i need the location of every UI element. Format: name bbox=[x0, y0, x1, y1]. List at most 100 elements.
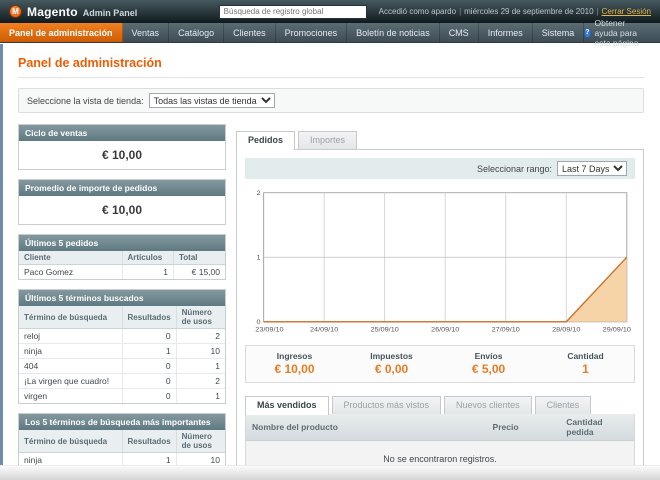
page-title: Panel de administración bbox=[18, 56, 162, 70]
stat-envios: Envíos € 5,00 bbox=[440, 351, 537, 376]
top-search-terms-box: Los 5 términos de búsqueda más important… bbox=[18, 413, 226, 465]
table-row: virgen 0 1 bbox=[19, 388, 225, 403]
column-header: Número de usos bbox=[176, 430, 225, 453]
help-icon: ? bbox=[584, 27, 591, 38]
last-orders-title: Últimos 5 pedidos bbox=[19, 235, 225, 251]
nav-item-clientes[interactable]: Clientes bbox=[224, 23, 276, 42]
empty-message: No se encontraron registros. bbox=[246, 440, 634, 465]
tab-nuevos-clientes[interactable]: Nuevos clientes bbox=[444, 396, 532, 414]
store-view-bar: Seleccione la vista de tienda: Todas las… bbox=[18, 88, 644, 113]
last-search-terms-box: Últimos 5 términos buscados Término de b… bbox=[18, 289, 226, 404]
column-header: Número de usos bbox=[176, 306, 225, 329]
svg-text:27/09/10: 27/09/10 bbox=[492, 327, 520, 334]
svg-text:24/09/10: 24/09/10 bbox=[310, 327, 338, 334]
logged-in-as: Accedió como apardo bbox=[378, 7, 457, 16]
last-orders-box: Últimos 5 pedidos Cliente Artículos Total … bbox=[18, 234, 226, 280]
table-row: 404 0 1 bbox=[19, 358, 225, 374]
nav-item-informes[interactable]: Informes bbox=[479, 23, 533, 42]
lifetime-sales-title: Ciclo de ventas bbox=[19, 125, 225, 141]
magento-logo-icon: M bbox=[9, 5, 22, 18]
table-row: reloj 0 2 bbox=[19, 328, 225, 344]
nav-item-cms[interactable]: CMS bbox=[440, 23, 479, 42]
svg-text:1: 1 bbox=[256, 255, 260, 262]
store-view-label: Seleccione la vista de tienda: bbox=[27, 95, 144, 106]
stat-value: € 5,00 bbox=[471, 362, 506, 376]
app-header: M Magento Admin Panel Accedió como apard… bbox=[0, 0, 660, 23]
app-logo-text: Magento bbox=[27, 4, 78, 19]
column-header: Precio bbox=[486, 414, 561, 441]
stat-value: 1 bbox=[582, 362, 589, 376]
dashboard-right-column: Pedidos Importes Seleccionar rango: Last… bbox=[236, 131, 644, 465]
logout-link[interactable]: Cerrar Sesión bbox=[602, 7, 651, 16]
svg-text:26/09/10: 26/09/10 bbox=[431, 327, 459, 334]
range-bar: Seleccionar rango: Last 7 Days bbox=[245, 158, 635, 179]
nav-item-boletin[interactable]: Boletín de noticias bbox=[347, 23, 440, 42]
orders-area-chart: 0 1 2 23/09/10 24/09/10 25/09/10 26/09/10 27/09… bbox=[255, 190, 631, 334]
last-search-terms-table: Término de búsqueda Resultados Número de u… bbox=[19, 306, 225, 403]
empty-row: No se encontraron registros. bbox=[246, 440, 634, 465]
title-divider bbox=[18, 77, 644, 78]
nav-item-catalogo[interactable]: Catálogo bbox=[169, 23, 225, 42]
window-bottom-edge bbox=[0, 465, 660, 480]
tab-mas-vendidos[interactable]: Más vendidos bbox=[245, 396, 329, 415]
last-orders-table: Cliente Artículos Total Paco Gomez 1 € 15,00 bbox=[19, 251, 225, 279]
header-session-info: Accedió como apardo | miércoles 29 de sept… bbox=[378, 7, 651, 16]
svg-text:29/09/10: 29/09/10 bbox=[603, 327, 631, 334]
table-row: ninja 1 10 bbox=[19, 343, 225, 359]
top-search-terms-table: Término de búsqueda Resultados Número de u… bbox=[19, 430, 225, 465]
bestsellers-grid: Nombre del producto Precio Cantidad pedida… bbox=[245, 414, 635, 465]
column-header: Artículos bbox=[122, 251, 174, 265]
range-select[interactable]: Last 7 Days bbox=[557, 161, 627, 176]
tab-pedidos[interactable]: Pedidos bbox=[236, 131, 296, 150]
tab-productos-mas-vistos[interactable]: Productos más vistos bbox=[331, 396, 442, 414]
column-header: Cliente bbox=[19, 251, 123, 265]
stat-label: Envíos bbox=[474, 351, 503, 361]
svg-text:28/09/10: 28/09/10 bbox=[552, 327, 580, 334]
products-tabs: Más vendidos Productos más vistos Nuevos… bbox=[245, 396, 635, 415]
svg-text:25/09/10: 25/09/10 bbox=[371, 327, 399, 334]
stat-value: € 0,00 bbox=[374, 362, 409, 376]
help-link-label: Obtener ayuda para esta página bbox=[594, 17, 639, 48]
column-header: Resultados bbox=[122, 430, 177, 453]
stat-label: Ingresos bbox=[276, 351, 313, 361]
main-nav: Panel de administración Ventas Catálogo … bbox=[0, 18, 660, 48]
nav-item-dashboard[interactable]: Panel de administración bbox=[0, 23, 123, 42]
tab-importes[interactable]: Importes bbox=[298, 131, 358, 149]
table-row: ¡La virgen que cuadro! 0 2 bbox=[19, 373, 225, 389]
range-label: Seleccionar rango: bbox=[476, 163, 552, 174]
tab-clientes[interactable]: Clientes bbox=[534, 396, 592, 414]
average-orders-box: Promedio de importe de pedidos € 10,00 bbox=[18, 179, 226, 225]
bestsellers-table: Nombre del producto Precio Cantidad pedida… bbox=[246, 414, 634, 465]
store-view-select[interactable]: Todas las vistas de tienda bbox=[148, 93, 275, 108]
nav-item-promociones[interactable]: Promociones bbox=[276, 23, 348, 42]
svg-text:2: 2 bbox=[256, 190, 260, 197]
stat-ingresos: Ingresos € 10,00 bbox=[246, 351, 343, 376]
average-orders-title: Promedio de importe de pedidos bbox=[19, 180, 225, 196]
top-search-terms-title: Los 5 términos de búsqueda más important… bbox=[19, 414, 225, 430]
dashboard-content: Panel de administración Seleccione la vi… bbox=[3, 44, 660, 465]
header-date: miércoles 29 de septiembre de 2010 bbox=[464, 7, 594, 16]
chart-panel: Seleccionar rango: Last 7 Days 0 1 2 23/09/… bbox=[236, 149, 644, 465]
help-link[interactable]: ? Obtener ayuda para esta página bbox=[584, 18, 660, 48]
svg-text:0: 0 bbox=[256, 319, 260, 326]
lifetime-sales-value: € 10,00 bbox=[101, 148, 143, 162]
nav-item-sistema[interactable]: Sistema bbox=[533, 23, 585, 42]
global-search-input[interactable] bbox=[218, 4, 367, 19]
column-header: Total bbox=[173, 251, 225, 265]
stat-value: € 10,00 bbox=[274, 362, 315, 376]
stat-impuestos: Impuestos € 0,00 bbox=[343, 351, 440, 376]
window-left-edge bbox=[0, 44, 3, 480]
table-row: Paco Gomez 1 € 15,00 bbox=[19, 264, 225, 279]
lifetime-sales-box: Ciclo de ventas € 10,00 bbox=[18, 124, 226, 170]
table-row: ninja 1 10 bbox=[19, 452, 225, 465]
dashboard-left-column: Ciclo de ventas € 10,00 Promedio de impo… bbox=[18, 124, 226, 465]
chart-stats-row: Ingresos € 10,00 Impuestos € 0,00 Envíos… bbox=[245, 345, 635, 383]
column-header: Nombre del producto bbox=[246, 414, 487, 441]
last-search-terms-title: Últimos 5 términos buscados bbox=[19, 290, 225, 306]
column-header: Cantidad pedida bbox=[560, 414, 634, 441]
column-header: Término de búsqueda bbox=[19, 430, 123, 453]
nav-item-ventas[interactable]: Ventas bbox=[123, 23, 170, 42]
column-header: Término de búsqueda bbox=[19, 306, 123, 329]
stat-label: Impuestos bbox=[370, 351, 413, 361]
average-orders-value: € 10,00 bbox=[101, 203, 143, 217]
